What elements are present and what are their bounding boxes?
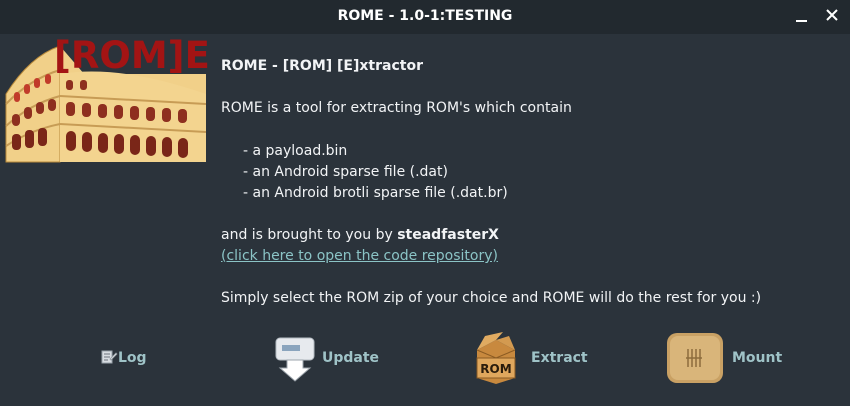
extract-label: Extract [531,350,588,366]
log-label: Log [118,350,147,366]
update-button[interactable]: Update [274,330,379,386]
update-download-icon [274,334,316,382]
main-window: ROME - 1.0-1:TESTING [ROM]E ROME - [ROM]… [0,0,850,406]
minimize-button[interactable] [791,7,811,27]
logo-text: [ROM]E [54,34,210,77]
log-button[interactable]: Log [101,330,147,386]
app-heading: ROME - [ROM] [E]xtractor [221,58,423,74]
mount-drive-icon [666,332,724,384]
instructions-text: Simply select the ROM zip of your choice… [221,290,762,306]
mount-button[interactable]: Mount [666,330,782,386]
log-icon [101,350,118,366]
credit-prefix: and is brought to you by [221,227,398,243]
author-name: steadfasterX [397,227,499,243]
rom-box-icon: ROM [473,332,519,384]
update-label: Update [322,350,380,366]
close-icon [826,9,838,25]
format-item: - an Android brotli sparse file (.dat.br… [243,185,508,201]
format-item: - an Android sparse file (.dat) [243,164,448,180]
title-bar[interactable]: ROME - 1.0-1:TESTING [0,0,850,34]
app-logo: [ROM]E [0,34,212,168]
extract-button[interactable]: ROM Extract [473,330,588,386]
repo-link[interactable]: (click here to open the code repository) [221,248,498,264]
intro-text: ROME is a tool for extracting ROM's whic… [221,100,572,116]
minimize-icon [795,13,807,22]
window-title: ROME - 1.0-1:TESTING [337,8,513,24]
close-button[interactable] [822,7,842,27]
format-item: - a payload.bin [243,143,348,159]
credit-line: and is brought to you by steadfasterX [221,227,499,243]
action-bar: Log Update ROM Extract Mount [0,330,850,386]
mount-label: Mount [732,350,783,366]
rom-box-text: ROM [480,362,511,376]
colosseum-icon: [ROM]E [5,34,210,163]
